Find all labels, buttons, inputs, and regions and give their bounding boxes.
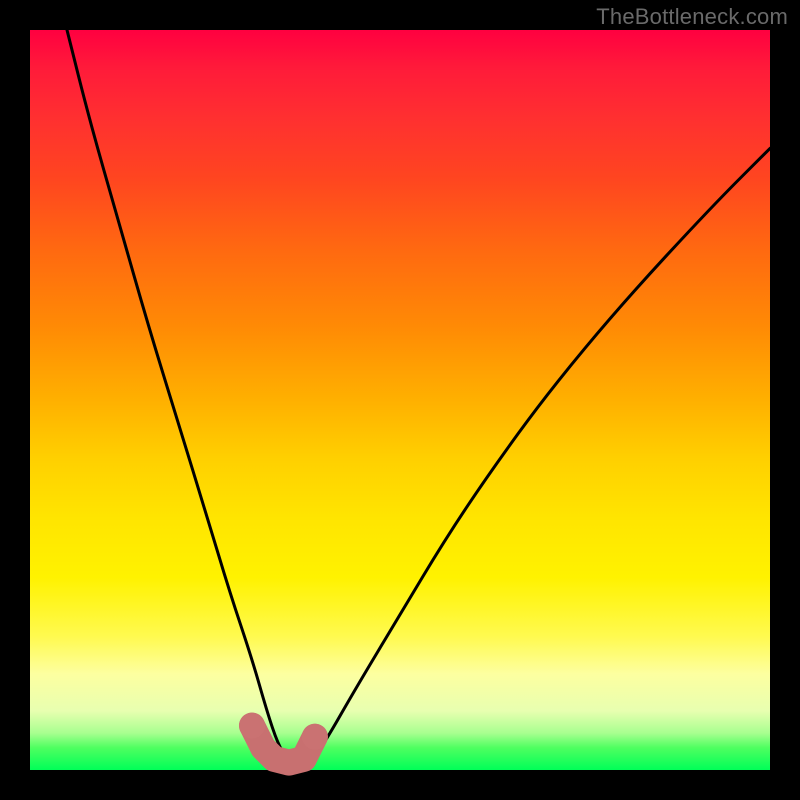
- plot-area: [30, 30, 770, 770]
- watermark-text: TheBottleneck.com: [596, 4, 788, 30]
